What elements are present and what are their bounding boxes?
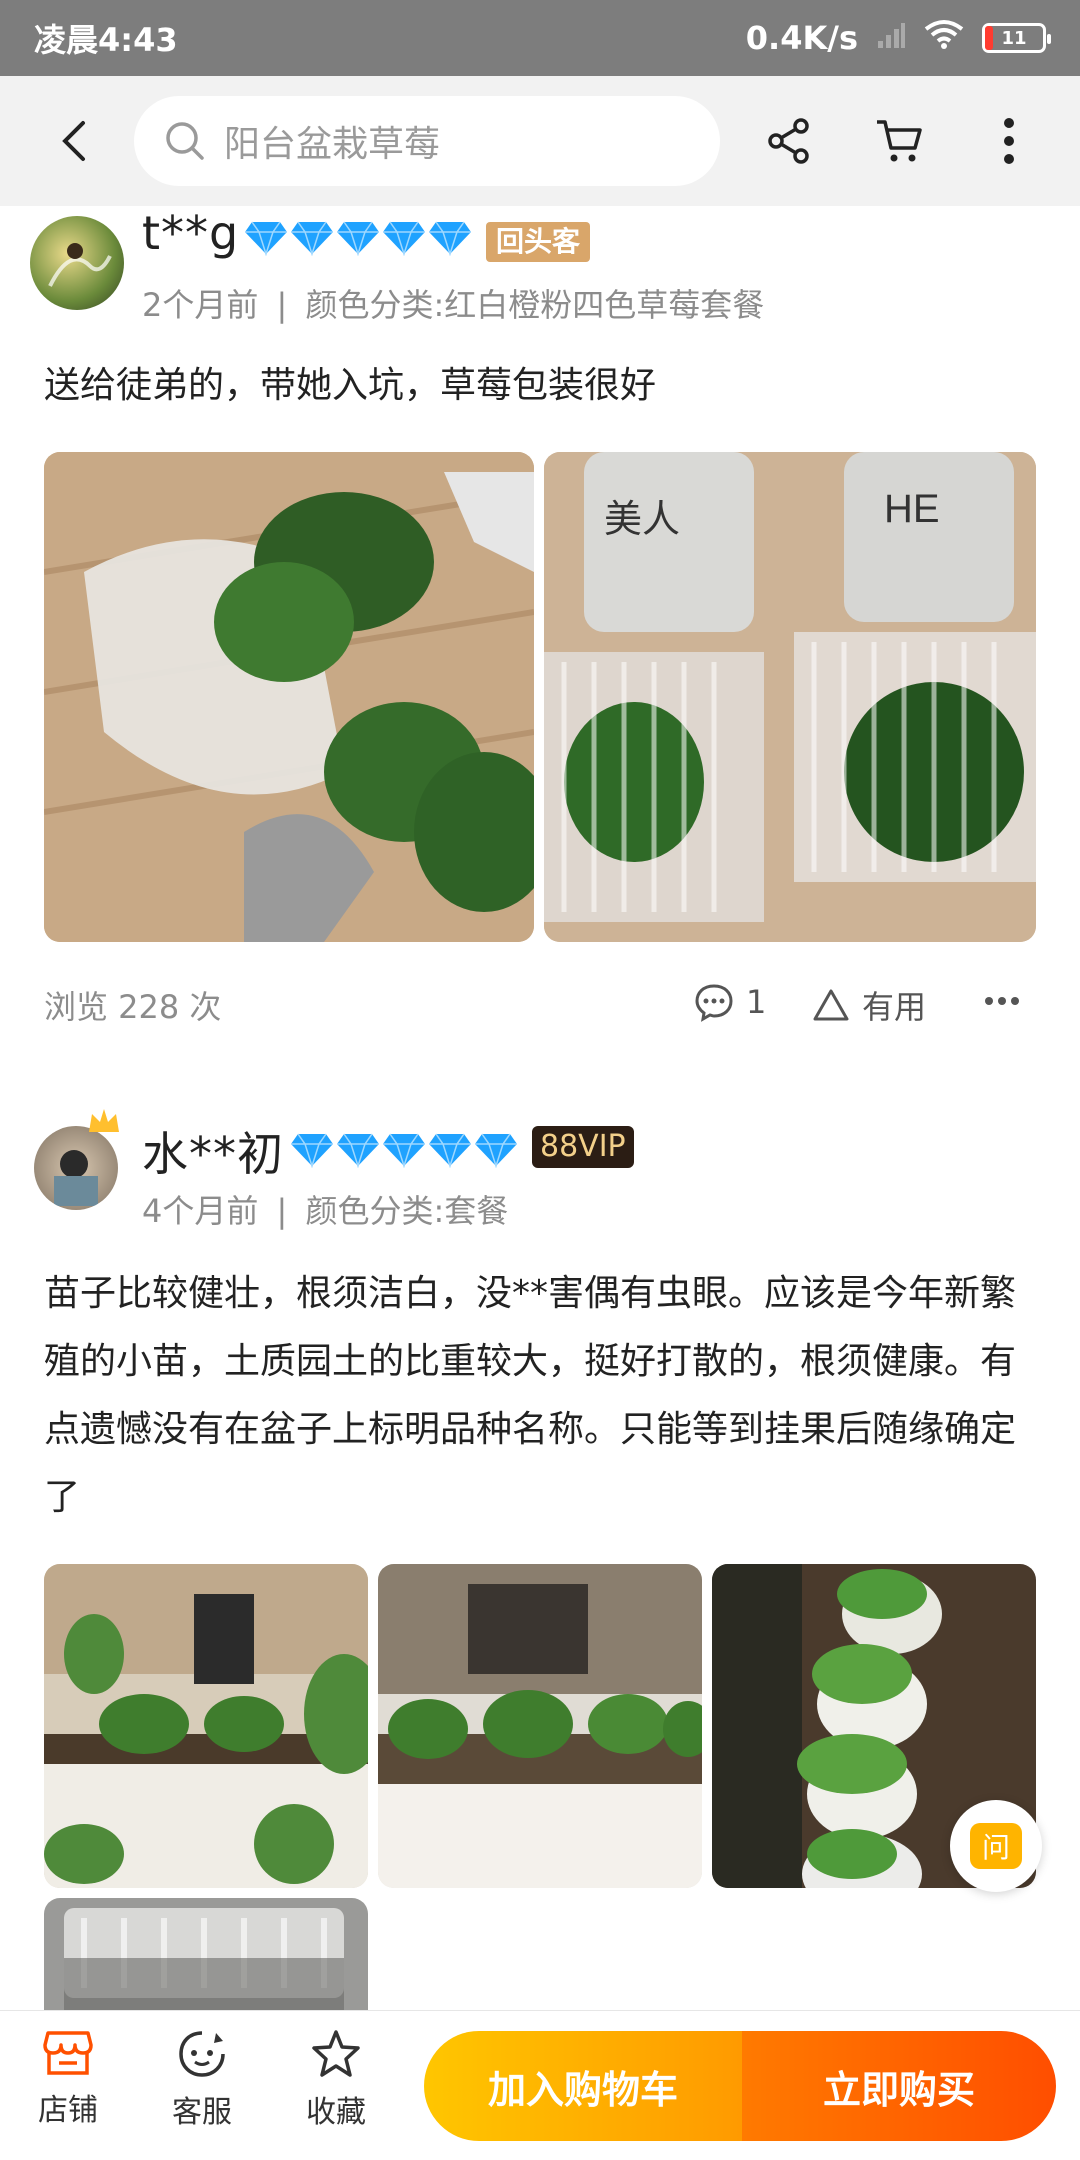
more-menu-button[interactable] — [974, 106, 1044, 176]
diamond-icon — [337, 221, 379, 256]
review-more-button[interactable] — [984, 996, 1020, 1006]
tab-service-label: 客服 — [172, 2095, 232, 2130]
status-time: 凌晨4:43 — [34, 21, 178, 59]
search-icon — [166, 122, 204, 160]
more-horizontal-icon — [985, 997, 1019, 1005]
ask-label: 问 — [981, 1831, 1010, 1864]
review-meta: 4个月前 | 颜色分类:套餐 — [142, 1192, 509, 1230]
comment-count: 1 — [746, 983, 767, 1021]
diamond-icon — [383, 1133, 425, 1168]
view-count: 浏览 228 次 — [44, 988, 222, 1026]
bottom-action-bar: 店铺 客服 收藏 加入购物车 立即购买 — [0, 2010, 1080, 2160]
crown-icon — [86, 1106, 122, 1140]
review-photo[interactable]: 美人 HE — [544, 452, 1036, 942]
signal-icon — [876, 19, 906, 57]
review-time: 4个月前 — [142, 1192, 259, 1230]
diamond-icon — [429, 221, 471, 256]
review-time: 2个月前 — [142, 286, 259, 324]
vip-badge: 88VIP — [532, 1126, 634, 1168]
review-list: t**g 回头客 2个月前 | 颜色分类:红白橙粉四色草莓套餐 送给徒弟的，带她… — [0, 206, 1080, 2010]
share-button[interactable] — [754, 106, 824, 176]
ask-icon: 问 — [970, 1823, 1022, 1869]
diamond-icon — [383, 221, 425, 256]
review-variant: 颜色分类:套餐 — [305, 1192, 509, 1230]
battery-level: 11 — [1001, 27, 1027, 49]
diamond-icon — [475, 1133, 517, 1168]
thumbs-up-triangle-icon — [813, 989, 849, 1021]
share-icon — [768, 118, 809, 164]
review-photo[interactable] — [44, 1564, 368, 1888]
tab-favorite-label: 收藏 — [306, 2095, 366, 2130]
diamond-icon — [337, 1133, 379, 1168]
comment-icon — [695, 984, 733, 1022]
top-nav: 阳台盆栽草莓 — [0, 76, 1080, 206]
diamond-icon — [291, 1133, 333, 1168]
useful-label: 有用 — [862, 988, 927, 1026]
returning-customer-badge: 回头客 — [486, 222, 591, 262]
avatar[interactable] — [30, 216, 124, 310]
status-bar: 凌晨4:43 0.4K/s 11 — [0, 0, 1080, 76]
wifi-icon — [924, 19, 964, 57]
cart-icon — [877, 120, 922, 162]
comment-button[interactable]: 1 — [694, 982, 766, 1022]
tab-favorite[interactable]: 收藏 — [276, 2029, 396, 2131]
review-username: t**g — [142, 206, 240, 260]
review-item: t**g 回头客 2个月前 | 颜色分类:红白橙粉四色草莓套餐 送给徒弟的，带她… — [0, 206, 1080, 1076]
review-text: 送给徒弟的，带她入坑，草莓包装很好 — [44, 365, 657, 406]
more-vertical-icon — [1004, 118, 1014, 164]
star-icon — [312, 2030, 360, 2077]
review-variant: 颜色分类:红白橙粉四色草莓套餐 — [305, 286, 765, 324]
add-to-cart-button[interactable]: 加入购物车 — [424, 2031, 742, 2141]
back-button[interactable] — [38, 106, 108, 176]
search-placeholder: 阳台盆栽草莓 — [224, 124, 441, 165]
review-text: 苗子比较健壮，根须洁白，没**害偶有虫眼。应该是今年新繁殖的小苗，土质园土的比重… — [44, 1273, 1017, 1518]
review-item: 水**初 88VIP 4个月前 | 颜色分类:套餐 苗子比较健壮，根须洁白，没*… — [0, 1106, 1080, 2010]
review-photo[interactable] — [378, 1564, 702, 1888]
review-photo[interactable] — [44, 1898, 368, 2010]
tab-customer-service[interactable]: 客服 — [142, 2029, 262, 2131]
svg-text:美人: 美人 — [604, 499, 680, 541]
svg-text:HE: HE — [884, 487, 940, 531]
search-input[interactable]: 阳台盆栽草莓 — [134, 96, 720, 186]
store-icon — [43, 2031, 93, 2075]
review-meta: 2个月前 | 颜色分类:红白橙粉四色草莓套餐 — [142, 286, 765, 324]
tab-shop-label: 店铺 — [38, 2093, 98, 2128]
diamond-icon — [429, 1133, 471, 1168]
review-username: 水**初 — [142, 1127, 284, 1181]
customer-service-icon — [179, 2031, 225, 2077]
network-speed: 0.4K/s — [745, 19, 858, 57]
status-indicators: 0.4K/s 11 — [745, 19, 1051, 57]
review-photo[interactable] — [44, 452, 534, 942]
diamond-icon — [291, 221, 333, 256]
member-level-diamonds — [290, 1132, 518, 1168]
buy-now-button[interactable]: 立即购买 — [742, 2031, 1056, 2141]
battery-icon: 11 — [982, 23, 1051, 53]
cart-button[interactable] — [864, 106, 934, 176]
tab-shop[interactable]: 店铺 — [8, 2029, 128, 2129]
member-level-diamonds — [244, 220, 472, 256]
back-arrow-icon — [62, 121, 85, 161]
diamond-icon — [245, 221, 287, 256]
useful-button[interactable]: 有用 — [812, 982, 926, 1028]
ask-question-button[interactable]: 问 — [950, 1800, 1042, 1892]
